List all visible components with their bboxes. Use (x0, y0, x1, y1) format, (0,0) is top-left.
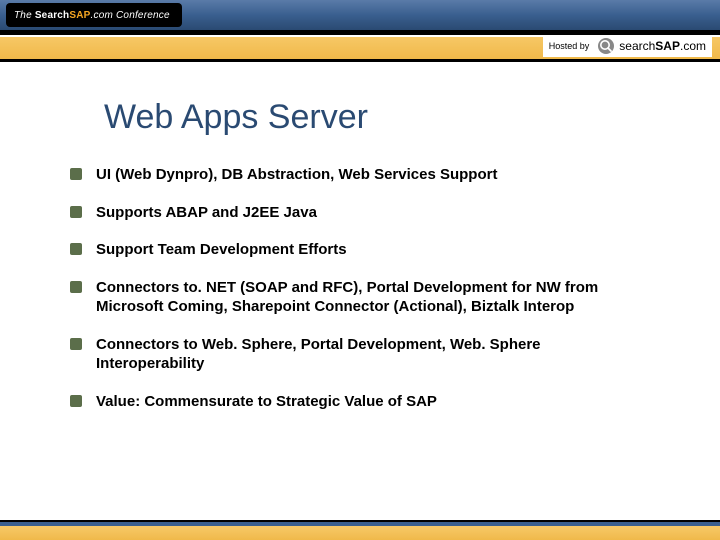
hosted-logo-sap: SAP (655, 39, 680, 53)
footer-bar (0, 522, 720, 540)
bullet-item: Support Team Development Efforts (70, 240, 650, 260)
bullet-item: Connectors to. NET (SOAP and RFC), Porta… (70, 278, 650, 317)
slide-content: Web Apps Server UI (Web Dynpro), DB Abst… (0, 62, 720, 411)
logo-suffix: Conference (113, 10, 170, 21)
hosted-by-container: Hosted by searchSAP.com (543, 35, 712, 57)
bullet-list: UI (Web Dynpro), DB Abstraction, Web Ser… (70, 165, 650, 411)
logo-sap: SAP (69, 10, 90, 21)
search-sap-logo: searchSAP.com (597, 37, 706, 55)
magnifier-icon (597, 37, 615, 55)
conference-logo-text: The SearchSAP.com Conference (14, 10, 170, 21)
logo-prefix: The (14, 10, 35, 21)
gold-strip: Hosted by searchSAP.com (0, 32, 720, 62)
bullet-item: Value: Commensurate to Strategic Value o… (70, 392, 650, 412)
bullet-item: Supports ABAP and J2EE Java (70, 203, 650, 223)
header-bar: The SearchSAP.com Conference (0, 0, 720, 32)
bullet-item: UI (Web Dynpro), DB Abstraction, Web Ser… (70, 165, 650, 185)
hosted-by-label: Hosted by (549, 41, 590, 51)
logo-com: .com (91, 10, 113, 21)
hosted-logo-com: .com (680, 39, 706, 53)
search-sap-logo-text: searchSAP.com (619, 39, 706, 53)
slide-title: Web Apps Server (104, 98, 650, 137)
logo-search: Search (35, 10, 70, 21)
conference-logo: The SearchSAP.com Conference (6, 3, 182, 27)
hosted-logo-search: search (619, 39, 655, 53)
bullet-item: Connectors to Web. Sphere, Portal Develo… (70, 335, 650, 374)
